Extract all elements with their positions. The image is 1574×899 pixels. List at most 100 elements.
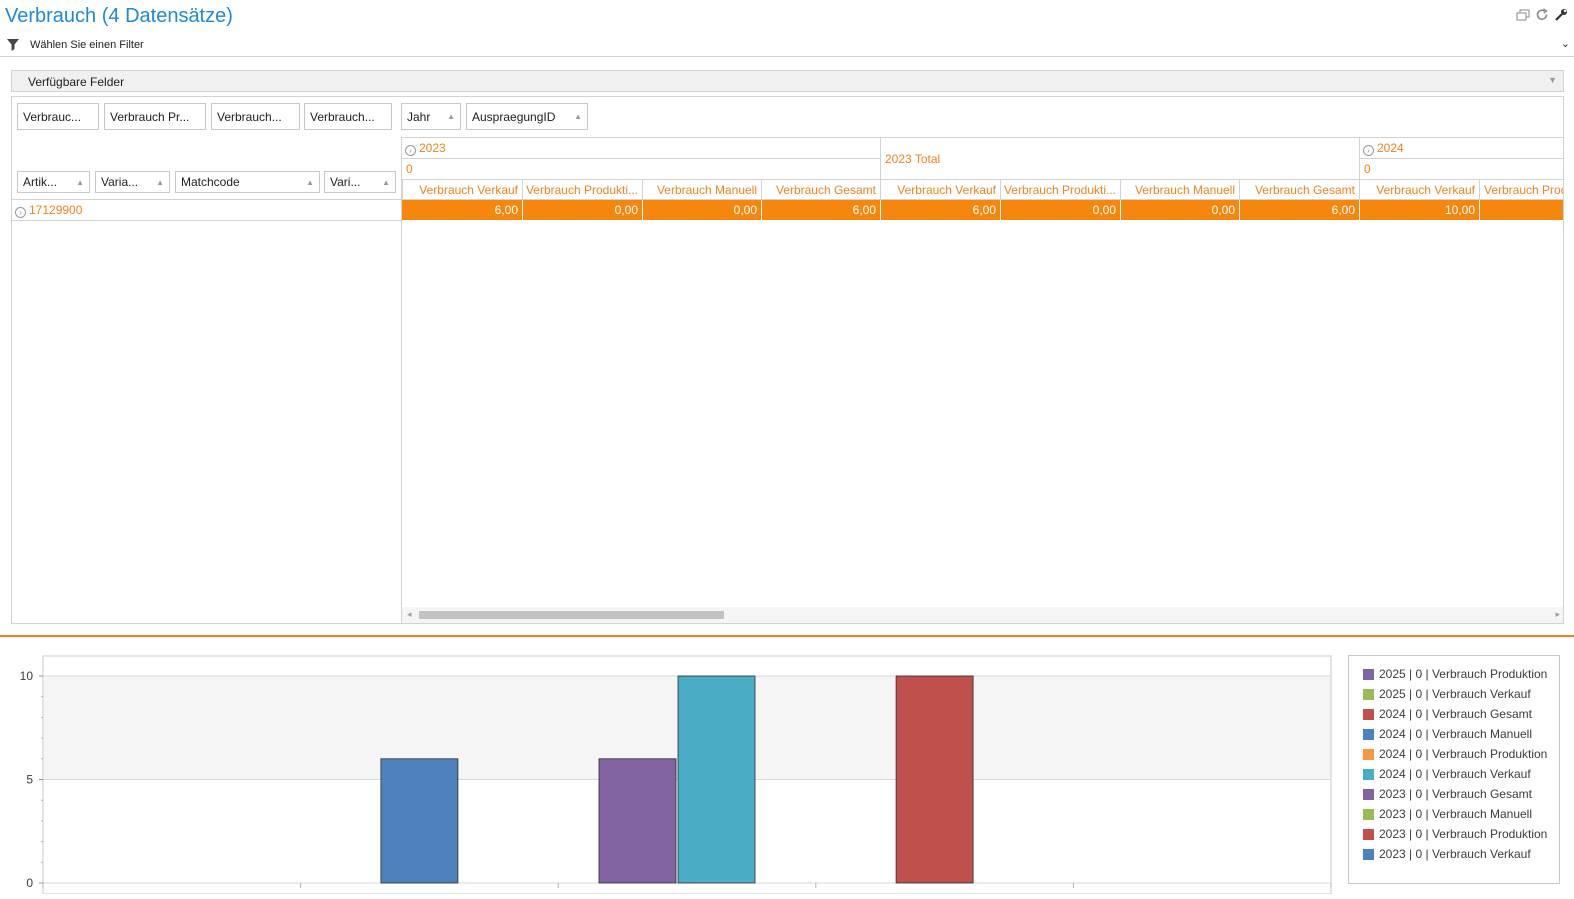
field-label: Artik...	[23, 175, 58, 189]
legend-swatch	[1363, 708, 1374, 720]
legend-item[interactable]: 2024 | 0 | Verbrauch Produktion	[1363, 744, 1559, 764]
column-header[interactable]: Verbrauch Manuell	[1120, 180, 1239, 200]
chevron-down-icon[interactable]: ⌄	[1561, 37, 1570, 50]
bar[interactable]	[380, 758, 459, 884]
column-header[interactable]: Verbrauch Manuell	[642, 180, 761, 200]
legend-label: 2023 | 0 | Verbrauch Verkauf	[1379, 847, 1531, 861]
collapse-icon[interactable]: ›	[1363, 145, 1374, 156]
legend-swatch	[1363, 728, 1374, 740]
divider	[402, 158, 880, 159]
year-header-2024[interactable]: › 2024	[1363, 141, 1404, 156]
column-header[interactable]: Verbrauch Verkauf	[402, 180, 522, 200]
column-header[interactable]: Verbrauch Verkauf	[880, 180, 1000, 200]
expand-icon[interactable]: ›	[15, 207, 26, 218]
horizontal-scrollbar[interactable]: ◂ ▸	[402, 607, 1563, 623]
sort-asc-icon: ▲	[574, 112, 582, 121]
legend-item[interactable]: 2025 | 0 | Verbrauch Produktion	[1363, 664, 1559, 684]
auspraegung-header: 0	[1364, 162, 1371, 176]
legend-swatch	[1363, 668, 1374, 680]
row-field-artikel[interactable]: Artik... ▲	[17, 171, 90, 193]
legend-label: 2025 | 0 | Verbrauch Produktion	[1379, 667, 1548, 681]
collapse-icon[interactable]: ›	[405, 145, 416, 156]
data-cell[interactable]: 0,00	[1120, 200, 1239, 220]
column-header[interactable]: Verbrauch Verkauf	[1359, 180, 1479, 200]
filter-icon	[7, 39, 19, 51]
legend-label: 2023 | 0 | Verbrauch Manuell	[1379, 807, 1532, 821]
legend-swatch	[1363, 688, 1374, 700]
splitter[interactable]	[0, 635, 1574, 637]
scroll-left-icon[interactable]: ◂	[407, 609, 412, 620]
column-header[interactable]: Verbrauch Gesamt	[1239, 180, 1359, 200]
bar[interactable]	[895, 675, 974, 884]
data-cell[interactable]	[1479, 200, 1563, 220]
window-controls	[1516, 8, 1568, 22]
pivot-grid: Verbrauc... Verbrauch Pr... Verbrauch...…	[11, 96, 1564, 624]
sort-asc-icon: ▲	[76, 178, 84, 187]
sort-asc-icon: ▲	[156, 178, 164, 187]
bar[interactable]	[677, 675, 756, 884]
legend-item[interactable]: 2025 | 0 | Verbrauch Verkauf	[1363, 684, 1559, 704]
column-header[interactable]: Verbrauch Produkti...	[522, 180, 642, 200]
legend-item[interactable]: 2023 | 0 | Verbrauch Gesamt	[1363, 784, 1559, 804]
data-cell[interactable]: 6,00	[880, 200, 1000, 220]
data-cell[interactable]: 0,00	[642, 200, 761, 220]
column-header[interactable]: Verbrauch Prod	[1479, 180, 1563, 200]
row-field-variante[interactable]: Varia... ▲	[95, 171, 170, 193]
legend-item[interactable]: 2024 | 0 | Verbrauch Gesamt	[1363, 704, 1559, 724]
column-field-jahr[interactable]: Jahr ▲	[401, 103, 461, 130]
field-label: Matchcode	[181, 175, 240, 189]
field-label: Varia...	[101, 175, 139, 189]
auspraegung-header: 0	[406, 162, 413, 176]
sort-asc-icon: ▲	[447, 112, 455, 121]
data-field-button[interactable]: Verbrauc...	[17, 103, 99, 130]
data-cell[interactable]: 10,00	[1359, 200, 1479, 220]
data-cell[interactable]: 6,00	[761, 200, 880, 220]
page-title: Verbrauch (4 Datensätze)	[5, 5, 233, 27]
legend-item[interactable]: 2023 | 0 | Verbrauch Verkauf	[1363, 844, 1559, 864]
available-fields-bar[interactable]: Verfügbare Felder ▼	[11, 70, 1564, 92]
column-header[interactable]: Verbrauch Produkti...	[1000, 180, 1120, 200]
row-header-17129900[interactable]: › 17129900	[15, 203, 82, 218]
data-field-button[interactable]: Verbrauch...	[304, 103, 392, 130]
year-total-header: 2023 Total	[885, 152, 941, 166]
legend-label: 2024 | 0 | Verbrauch Gesamt	[1379, 707, 1532, 721]
chevron-down-icon[interactable]: ▼	[1548, 75, 1557, 85]
y-tick-label: 10	[20, 669, 34, 683]
divider	[1359, 158, 1563, 159]
legend-item[interactable]: 2024 | 0 | Verbrauch Verkauf	[1363, 764, 1559, 784]
scroll-thumb[interactable]	[419, 611, 724, 619]
chart-legend: 2025 | 0 | Verbrauch Produktion 2025 | 0 …	[1348, 655, 1560, 884]
y-tick-label: 0	[26, 876, 33, 890]
legend-swatch	[1363, 848, 1374, 860]
restore-window-icon[interactable]	[1516, 8, 1530, 22]
wrench-icon[interactable]	[1554, 8, 1568, 22]
row-field-variante-2[interactable]: Vari... ▲	[324, 171, 396, 193]
y-tick-label: 5	[26, 773, 33, 787]
year-header-2023[interactable]: › 2023	[405, 141, 446, 156]
data-field-button[interactable]: Verbrauch...	[211, 103, 300, 130]
legend-item[interactable]: 2023 | 0 | Verbrauch Produktion	[1363, 824, 1559, 844]
data-cell[interactable]: 0,00	[522, 200, 642, 220]
row-label: 17129900	[29, 203, 83, 217]
data-field-button[interactable]: Verbrauch Pr...	[104, 103, 206, 130]
data-cell[interactable]: 6,00	[402, 200, 522, 220]
data-cell[interactable]: 6,00	[1239, 200, 1359, 220]
filter-bar[interactable]: Wählen Sie einen Filter ⌄	[0, 36, 1574, 57]
refresh-icon[interactable]	[1535, 8, 1549, 22]
bar[interactable]	[598, 758, 677, 884]
column-header[interactable]: Verbrauch Gesamt	[761, 180, 880, 200]
row-field-matchcode[interactable]: Matchcode ▲	[175, 171, 320, 193]
year-label: 2024	[1377, 141, 1404, 155]
column-field-auspraegungid[interactable]: AuspraegungID ▲	[466, 103, 588, 130]
legend-label: 2024 | 0 | Verbrauch Verkauf	[1379, 767, 1531, 781]
legend-swatch	[1363, 748, 1374, 760]
available-fields-label: Verfügbare Felder	[28, 75, 125, 89]
scroll-right-icon[interactable]: ▸	[1555, 609, 1560, 620]
year-label: 2023	[419, 141, 446, 155]
legend-label: 2023 | 0 | Verbrauch Gesamt	[1379, 787, 1532, 801]
data-cell[interactable]: 0,00	[1000, 200, 1120, 220]
chart-area: 10 5 0	[0, 640, 1340, 895]
legend-label: 2024 | 0 | Verbrauch Produktion	[1379, 747, 1548, 761]
legend-item[interactable]: 2023 | 0 | Verbrauch Manuell	[1363, 804, 1559, 824]
legend-item[interactable]: 2024 | 0 | Verbrauch Manuell	[1363, 724, 1559, 744]
